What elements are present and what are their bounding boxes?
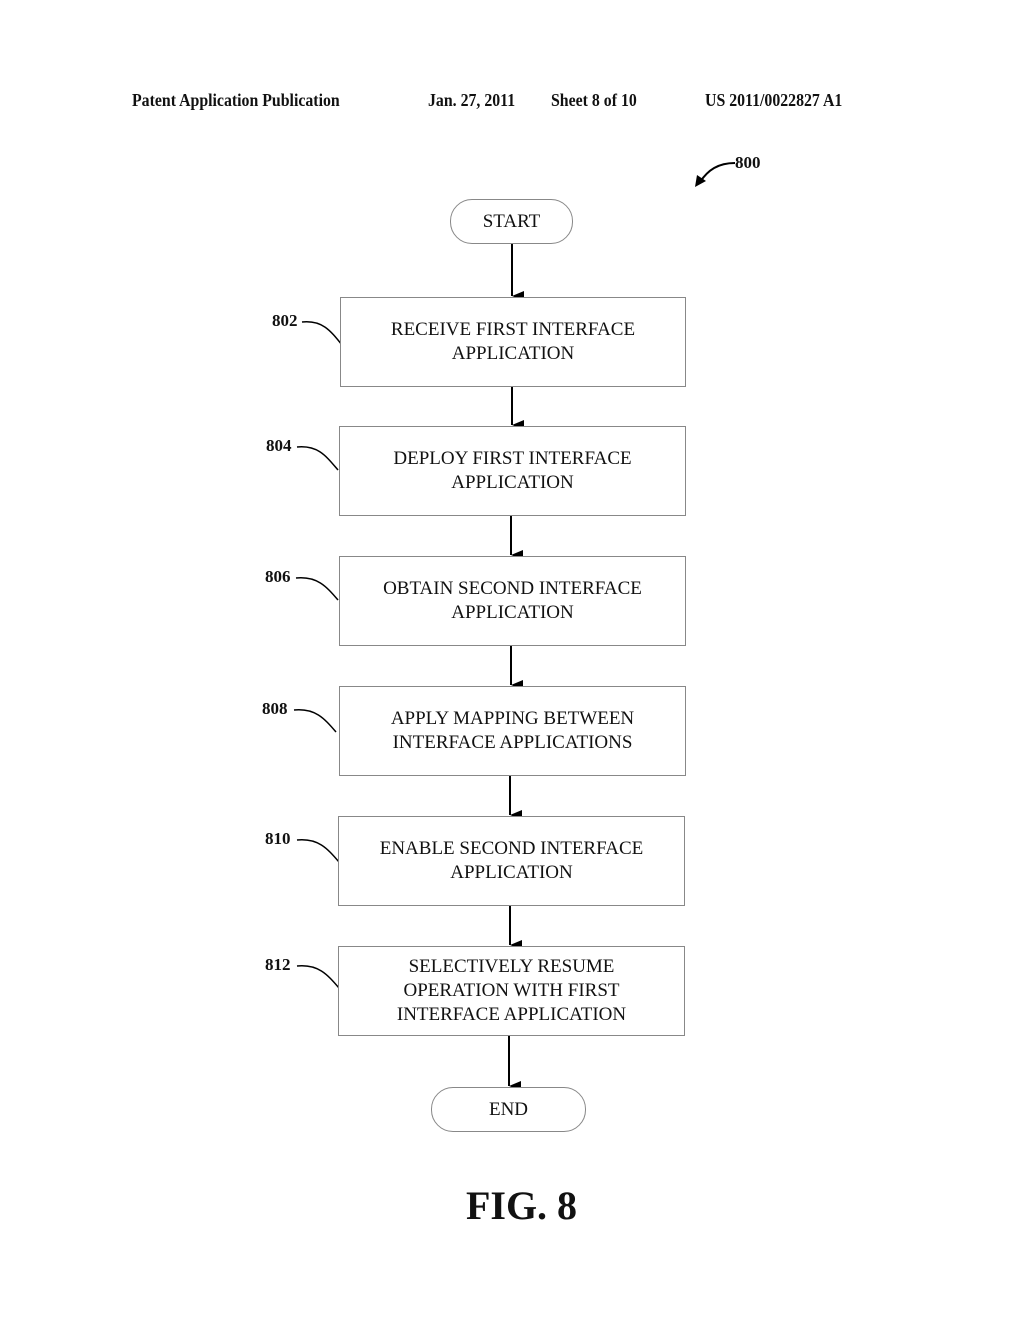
step-text-806: OBTAIN SECOND INTERFACE APPLICATION <box>383 578 642 623</box>
start-terminal: START <box>450 199 573 244</box>
leader-804 <box>296 446 339 471</box>
end-terminal: END <box>431 1087 586 1132</box>
step-text-804: DEPLOY FIRST INTERFACE APPLICATION <box>393 448 632 493</box>
step-ref-808: 808 <box>262 699 288 718</box>
step-box-802: RECEIVE FIRST INTERFACE APPLICATION <box>340 297 686 387</box>
end-label: END <box>488 1098 529 1120</box>
step-box-806: OBTAIN SECOND INTERFACE APPLICATION <box>339 556 686 646</box>
step-text-802: RECEIVE FIRST INTERFACE APPLICATION <box>390 319 636 364</box>
step-ref-806: 806 <box>265 567 291 586</box>
step-box-810: ENABLE SECOND INTERFACE APPLICATION <box>338 816 685 906</box>
step-ref-802: 802 <box>272 311 298 330</box>
step-box-808: APPLY MAPPING BETWEEN INTERFACE APPLICAT… <box>339 686 686 776</box>
step-text-810: ENABLE SECOND INTERFACE APPLICATION <box>379 838 644 883</box>
step-ref-804: 804 <box>266 436 292 455</box>
step-text-812: SELECTIVELY RESUME OPERATION WITH FIRST … <box>396 956 627 1025</box>
start-label: START <box>482 210 541 232</box>
step-box-812: SELECTIVELY RESUME OPERATION WITH FIRST … <box>338 946 685 1036</box>
step-ref-812: 812 <box>265 955 291 974</box>
figure-ref: 800 <box>735 153 761 172</box>
step-box-804: DEPLOY FIRST INTERFACE APPLICATION <box>339 426 686 516</box>
leader-810 <box>296 839 340 863</box>
leader-808 <box>293 709 337 733</box>
leader-812 <box>296 965 340 989</box>
leader-802 <box>301 321 343 346</box>
figure-caption: FIG. 8 <box>465 1183 578 1228</box>
leader-806 <box>295 577 339 601</box>
figure-ref-arrow <box>695 162 736 187</box>
step-ref-810: 810 <box>265 829 291 848</box>
step-text-808: APPLY MAPPING BETWEEN INTERFACE APPLICAT… <box>390 708 635 753</box>
